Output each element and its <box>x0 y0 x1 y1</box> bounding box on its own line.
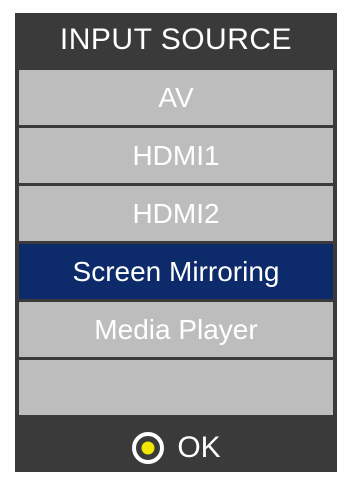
ok-button[interactable]: OK <box>15 423 337 472</box>
ok-label: OK <box>177 431 221 464</box>
input-source-menu: INPUT SOURCE AV HDMI1 HDMI2 Screen Mirro… <box>15 13 337 472</box>
menu-title: INPUT SOURCE <box>15 13 337 67</box>
ok-button-icon <box>132 431 165 464</box>
menu-item-hdmi1[interactable]: HDMI1 <box>19 128 333 183</box>
menu-item-screen-mirroring[interactable]: Screen Mirroring <box>19 244 333 299</box>
input-source-list: AV HDMI1 HDMI2 Screen Mirroring Media Pl… <box>19 70 333 418</box>
menu-item-av[interactable]: AV <box>19 70 333 125</box>
menu-item-media-player[interactable]: Media Player <box>19 302 333 357</box>
menu-item-hdmi2[interactable]: HDMI2 <box>19 186 333 241</box>
menu-item-empty <box>19 360 333 415</box>
